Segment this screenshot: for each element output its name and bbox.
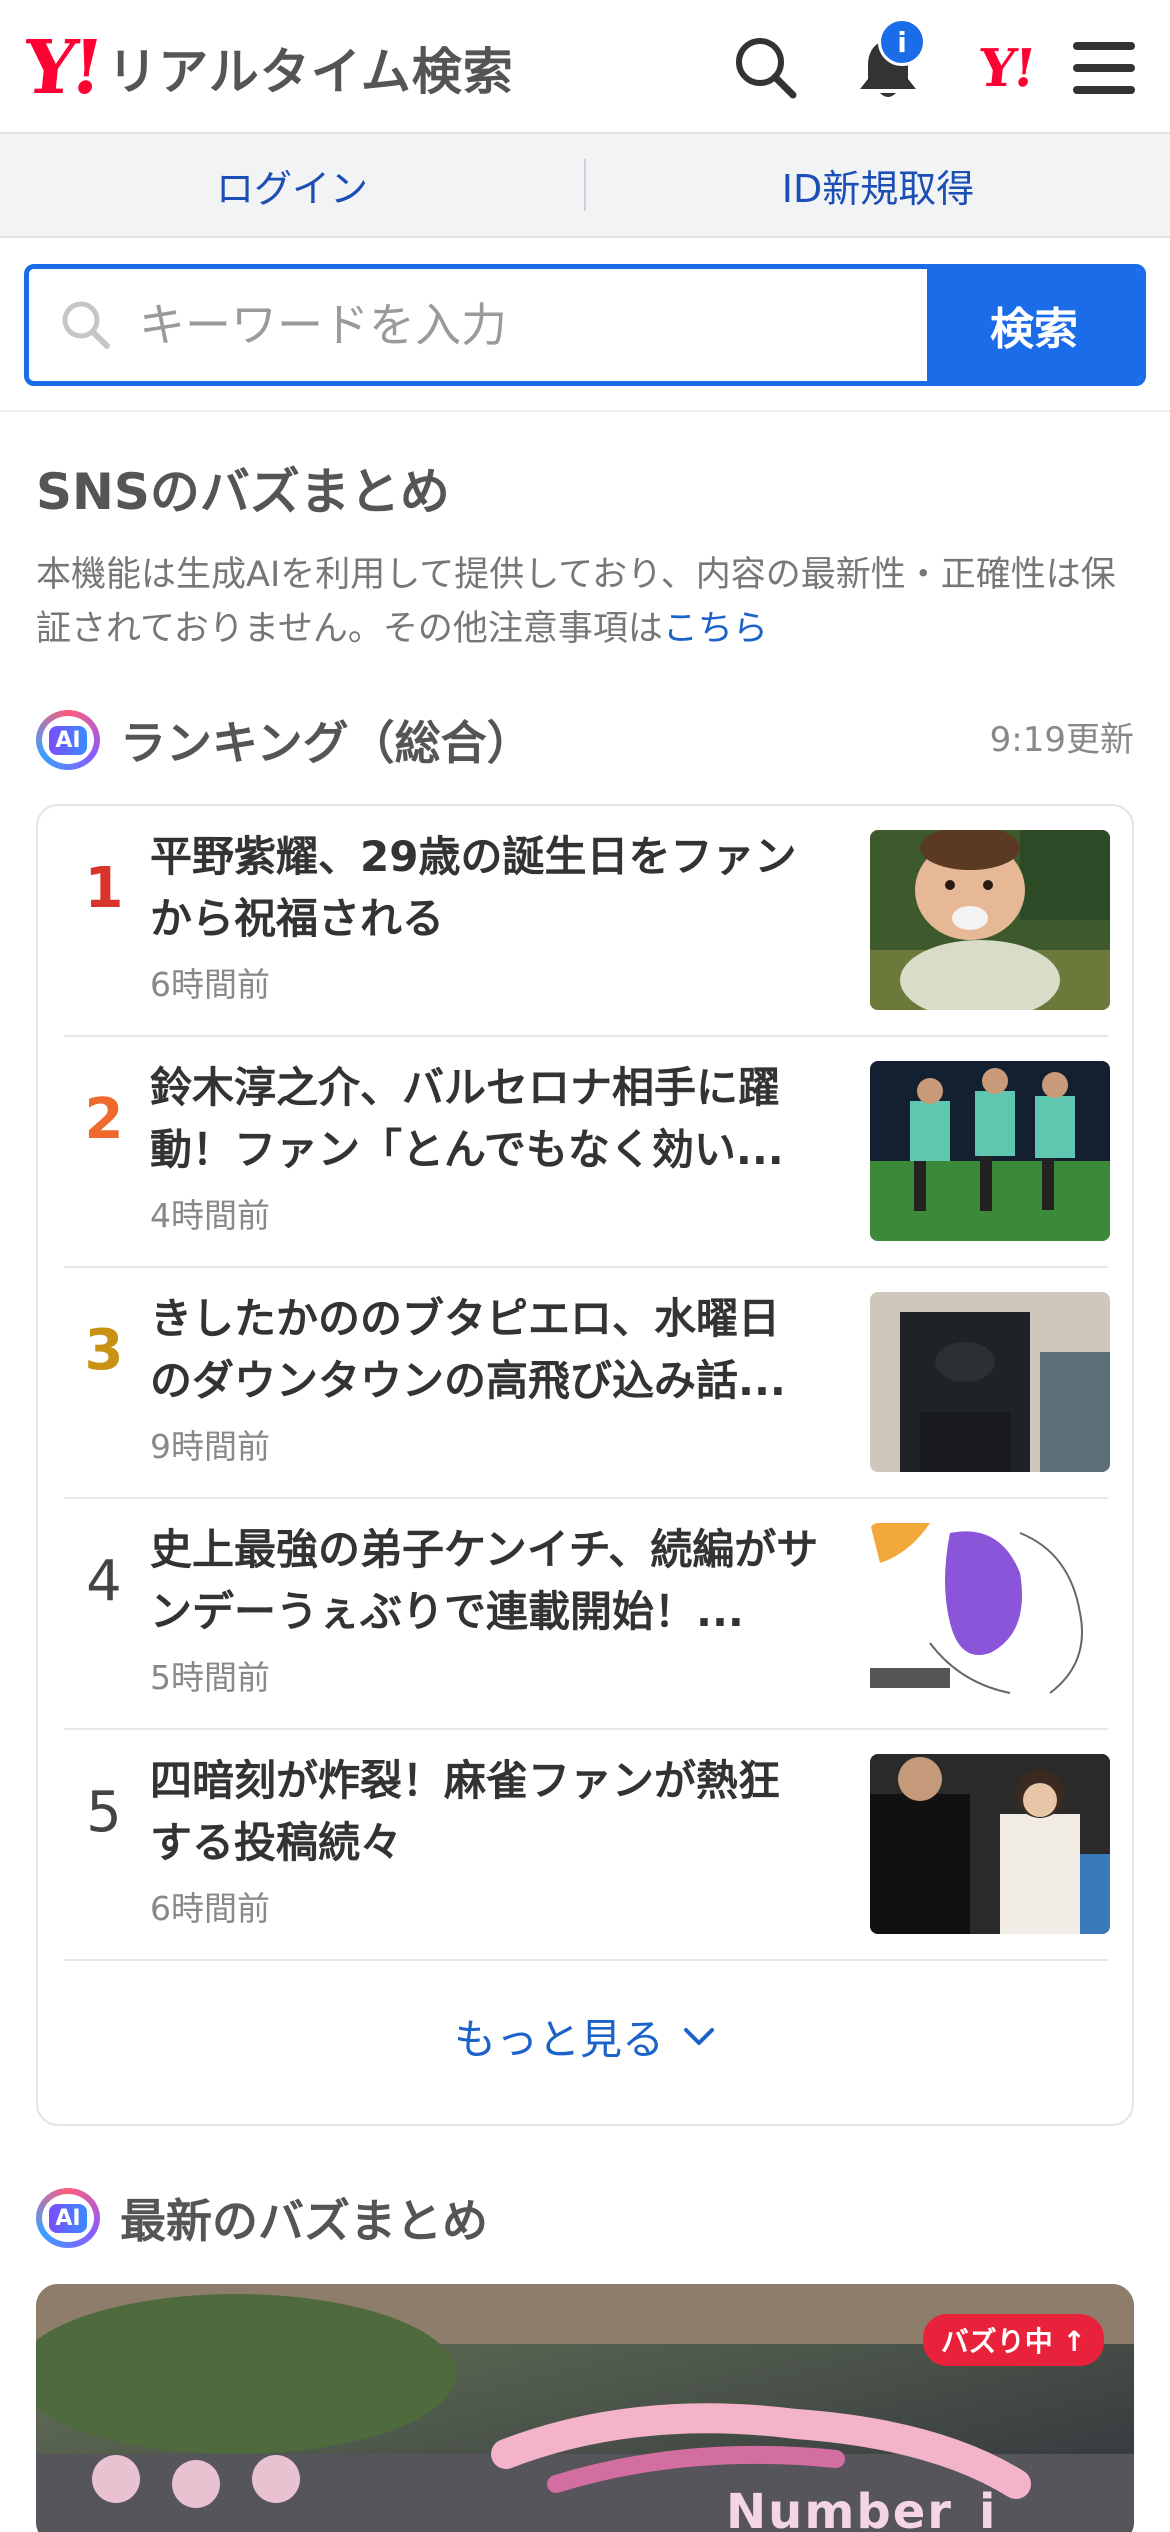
ranking-item-5[interactable]: 5 四暗刻が炸裂！麻雀ファンが熱狂する投稿続々 6時間前 bbox=[64, 1730, 1110, 1961]
update-time: 9:19更新 bbox=[989, 720, 1134, 760]
search-field-icon bbox=[62, 301, 110, 349]
ai-icon: AI bbox=[36, 2188, 100, 2248]
chevron-down-icon bbox=[684, 2027, 714, 2045]
ranking-headline: 史上最強の弟子ケンイチ、続編がサンデーうぇぶりで連載開始！... bbox=[150, 1525, 819, 1636]
ranking-thumbnail bbox=[870, 1523, 1110, 1703]
search-input[interactable] bbox=[139, 298, 839, 352]
ranking-item-2[interactable]: 2 鈴木淳之介、バルセロナ相手に躍動！ファン「とんでもなく効い... 4時間前 bbox=[64, 1037, 1110, 1268]
search-button[interactable]: 検索 bbox=[927, 269, 1141, 381]
ranking-time: 9時間前 bbox=[150, 1427, 270, 1466]
ranking-time: 5時間前 bbox=[150, 1658, 270, 1697]
section-title: SNSのバズまとめ bbox=[36, 463, 450, 521]
ranking-headline: 平野紫耀、29歳の誕生日をファンから祝福される bbox=[150, 832, 797, 943]
ranking-title: ランキング（総合） bbox=[120, 716, 533, 770]
show-more-label: もっと見る bbox=[453, 2015, 664, 2064]
search-icon[interactable] bbox=[726, 28, 806, 108]
account-bar: ログイン ID新規取得 bbox=[0, 134, 1170, 238]
signup-link[interactable]: ID新規取得 bbox=[586, 158, 1170, 213]
ranking-headline: きしたかののブタピエロ、水曜日のダウンタウンの高飛び込み話... bbox=[150, 1294, 786, 1405]
app-header: Y! リアルタイム検索 i Y! bbox=[0, 0, 1170, 134]
yahoo-top-link[interactable]: Y! bbox=[966, 28, 1046, 108]
rank-number: 4 bbox=[86, 1549, 122, 1614]
ranking-thumbnail bbox=[870, 1754, 1110, 1934]
ranking-header: AI ランキング（総合） bbox=[36, 704, 533, 776]
hamburger-menu-icon[interactable] bbox=[1064, 28, 1144, 108]
latest-title: 最新のバズまとめ bbox=[120, 2194, 488, 2248]
rank-number: 5 bbox=[86, 1780, 122, 1845]
ranking-headline: 四暗刻が炸裂！麻雀ファンが熱狂する投稿続々 bbox=[150, 1756, 781, 1867]
ranking-thumbnail bbox=[870, 1292, 1110, 1472]
site-title: リアルタイム検索 bbox=[107, 43, 514, 101]
search-field[interactable] bbox=[29, 269, 927, 381]
buzz-badge-label: バズり中 bbox=[940, 2325, 1053, 2358]
ranking-item-1[interactable]: 1 平野紫耀、29歳の誕生日をファンから祝福される 6時間前 bbox=[64, 806, 1110, 1037]
ranking-thumbnail bbox=[870, 1061, 1110, 1241]
ranking-time: 4時間前 bbox=[150, 1196, 270, 1235]
latest-buzz-card[interactable]: バズり中 ↑ Number_i bbox=[36, 2284, 1134, 2532]
search-form: 検索 bbox=[24, 264, 1146, 386]
disclaimer-text: 本機能は生成AIを利用して提供しており、内容の最新性・正確性は保証されておりませ… bbox=[36, 555, 1116, 649]
login-link[interactable]: ログイン bbox=[0, 158, 584, 213]
latest-header: AI 最新のバズまとめ bbox=[36, 2182, 488, 2254]
ai-disclaimer: 本機能は生成AIを利用して提供しており、内容の最新性・正確性は保証されておりませ… bbox=[36, 548, 1136, 656]
yahoo-realtime-logo[interactable]: Y! リアルタイム検索 bbox=[19, 25, 514, 111]
ranking-time: 6時間前 bbox=[150, 1889, 270, 1928]
rank-number: 1 bbox=[84, 856, 124, 921]
notification-bell-icon[interactable]: i bbox=[848, 18, 928, 108]
yahoo-small-logo: Y! bbox=[975, 37, 1037, 99]
ranking-card: 1 平野紫耀、29歳の誕生日をファンから祝福される 6時間前 2 鈴木淳之介、バ… bbox=[36, 804, 1134, 2126]
rank-number: 3 bbox=[84, 1318, 124, 1383]
ranking-item-4[interactable]: 4 史上最強の弟子ケンイチ、続編がサンデーうぇぶりで連載開始！... 5時間前 bbox=[64, 1499, 1110, 1730]
yahoo-logo-mark: Y! bbox=[19, 25, 102, 111]
notification-badge: i bbox=[878, 18, 926, 66]
ai-icon: AI bbox=[36, 710, 100, 770]
ai-icon-label: AI bbox=[49, 725, 87, 755]
ranking-headline: 鈴木淳之介、バルセロナ相手に躍動！ファン「とんでもなく効い... bbox=[150, 1063, 784, 1174]
section-divider bbox=[0, 410, 1170, 412]
ranking-thumbnail bbox=[870, 830, 1110, 1010]
image-caption: Number_i bbox=[726, 2484, 998, 2532]
disclaimer-link[interactable]: こちら bbox=[663, 609, 768, 649]
ai-icon-label: AI bbox=[49, 2203, 87, 2233]
rank-number: 2 bbox=[84, 1087, 124, 1152]
ranking-item-3[interactable]: 3 きしたかののブタピエロ、水曜日のダウンタウンの高飛び込み話... 9時間前 bbox=[64, 1268, 1110, 1499]
ranking-time: 6時間前 bbox=[150, 965, 270, 1004]
show-more-button[interactable]: もっと見る bbox=[38, 2006, 1132, 2067]
buzz-badge: バズり中 ↑ bbox=[922, 2314, 1104, 2366]
